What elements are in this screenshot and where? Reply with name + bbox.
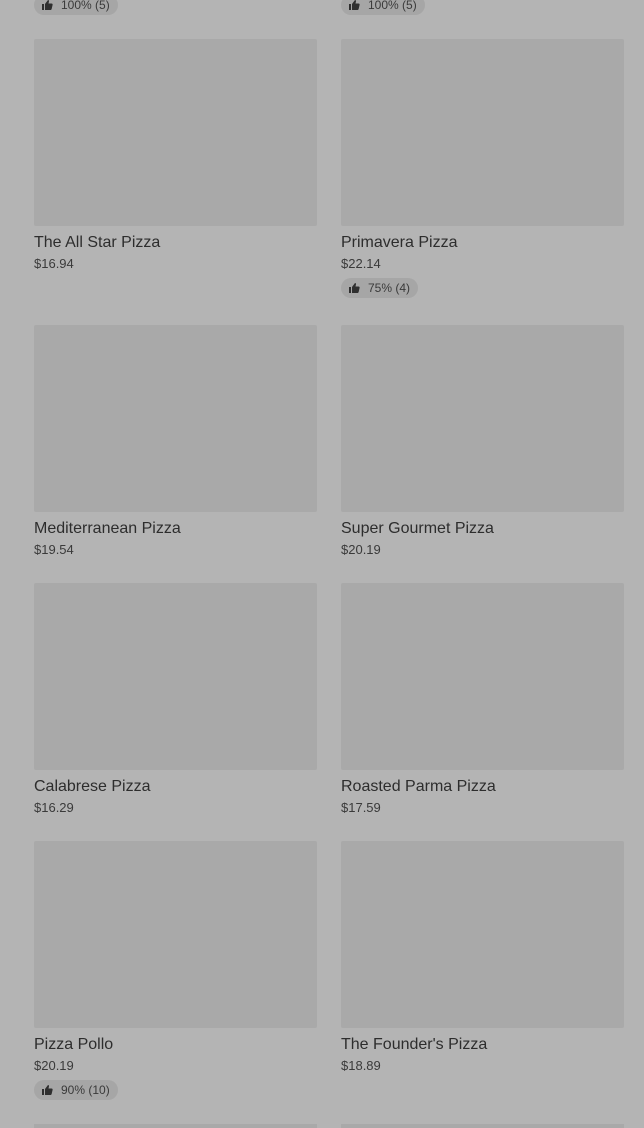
thumbs-up-icon	[41, 0, 53, 11]
product-card[interactable]: Pizza Pollo $20.19 90% (10)	[34, 841, 317, 1101]
product-card[interactable]: Super Gourmet Pizza $20.19	[341, 325, 624, 557]
product-grid: 100% (5) 100% (5) The All Star Pizza $16…	[0, 0, 644, 1128]
product-image[interactable]	[341, 325, 624, 512]
product-image[interactable]	[34, 325, 317, 512]
product-name[interactable]: Primavera Pizza	[341, 233, 624, 252]
thumbs-up-icon	[41, 1084, 53, 1096]
thumbs-up-icon	[348, 282, 360, 294]
product-price: $20.19	[34, 1058, 74, 1073]
product-price: $22.14	[341, 256, 381, 271]
product-name[interactable]: Mediterranean Pizza	[34, 519, 317, 538]
product-image[interactable]	[341, 583, 624, 770]
rating-badge: 100% (5)	[34, 0, 118, 15]
rating-badge: 100% (5)	[341, 0, 425, 15]
product-image[interactable]	[34, 583, 317, 770]
thumbs-up-icon	[348, 0, 360, 11]
rating-text: 75% (4)	[368, 281, 411, 295]
product-image[interactable]	[341, 841, 624, 1028]
rating-text: 100% (5)	[368, 0, 417, 12]
product-card[interactable]: The All Star Pizza $16.94	[34, 39, 317, 271]
product-price: $16.29	[34, 800, 74, 815]
product-name[interactable]: Super Gourmet Pizza	[341, 519, 624, 538]
rating-badge: 90% (10)	[34, 1080, 118, 1100]
product-image[interactable]	[34, 39, 317, 226]
product-price: $19.54	[34, 542, 74, 557]
product-price: $18.89	[341, 1058, 381, 1073]
product-image-partial[interactable]	[341, 1124, 624, 1128]
product-image-partial[interactable]	[34, 1124, 317, 1128]
product-price: $17.59	[341, 800, 381, 815]
product-name[interactable]: The Founder's Pizza	[341, 1035, 624, 1054]
product-name[interactable]: The All Star Pizza	[34, 233, 317, 252]
product-price: $16.94	[34, 256, 74, 271]
rating-text: 100% (5)	[61, 0, 110, 12]
rating-text: 90% (10)	[61, 1083, 110, 1097]
product-card[interactable]: Roasted Parma Pizza $17.59	[341, 583, 624, 815]
product-card[interactable]: Primavera Pizza $22.14 75% (4)	[341, 39, 624, 299]
product-name[interactable]: Calabrese Pizza	[34, 777, 317, 796]
product-card[interactable]: The Founder's Pizza $18.89	[341, 841, 624, 1073]
product-card[interactable]: Calabrese Pizza $16.29	[34, 583, 317, 815]
rating-badge: 75% (4)	[341, 278, 419, 298]
product-price: $20.19	[341, 542, 381, 557]
product-image[interactable]	[341, 39, 624, 226]
product-image[interactable]	[34, 841, 317, 1028]
product-name[interactable]: Pizza Pollo	[34, 1035, 317, 1054]
product-name[interactable]: Roasted Parma Pizza	[341, 777, 624, 796]
product-card[interactable]: Mediterranean Pizza $19.54	[34, 325, 317, 557]
